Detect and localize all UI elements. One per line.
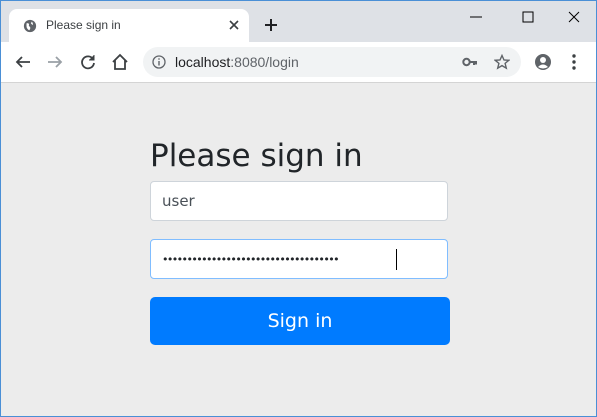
key-icon[interactable] (462, 55, 478, 69)
username-input[interactable] (151, 182, 447, 220)
arrow-left-icon[interactable] (14, 53, 32, 71)
reload-icon[interactable] (79, 53, 97, 71)
text-caret (396, 249, 397, 270)
info-icon[interactable] (152, 55, 166, 69)
browser-toolbar: localhost:8080/login (1, 42, 596, 83)
globe-icon (23, 19, 37, 33)
minimize-icon[interactable] (468, 9, 484, 25)
tab-login[interactable]: Please sign in (9, 9, 249, 42)
close-icon[interactable] (227, 18, 241, 32)
url-host: localhost (175, 54, 231, 70)
maximize-icon[interactable] (520, 9, 536, 25)
more-vert-icon[interactable] (569, 53, 579, 71)
tab-strip: Please sign in (1, 1, 596, 42)
browser-window: Please sign in localhost:8080/login Plea… (0, 0, 597, 417)
password-field[interactable] (150, 239, 448, 279)
url-text: localhost:8080/login (175, 54, 299, 70)
username-field[interactable] (150, 181, 448, 221)
plus-icon[interactable] (263, 17, 279, 33)
profile-icon[interactable] (534, 53, 552, 71)
page-content: Please sign in Sign in (1, 83, 596, 416)
sign-in-button[interactable]: Sign in (150, 297, 450, 345)
url-path: :8080/login (230, 54, 299, 70)
home-icon[interactable] (111, 53, 129, 71)
tab-title: Please sign in (46, 18, 121, 32)
password-input[interactable] (151, 240, 447, 278)
page-title: Please sign in (150, 138, 363, 174)
address-bar[interactable]: localhost:8080/login (143, 47, 521, 77)
star-icon[interactable] (494, 54, 510, 70)
window-close-icon[interactable] (566, 9, 582, 25)
arrow-right-icon[interactable] (46, 53, 64, 71)
